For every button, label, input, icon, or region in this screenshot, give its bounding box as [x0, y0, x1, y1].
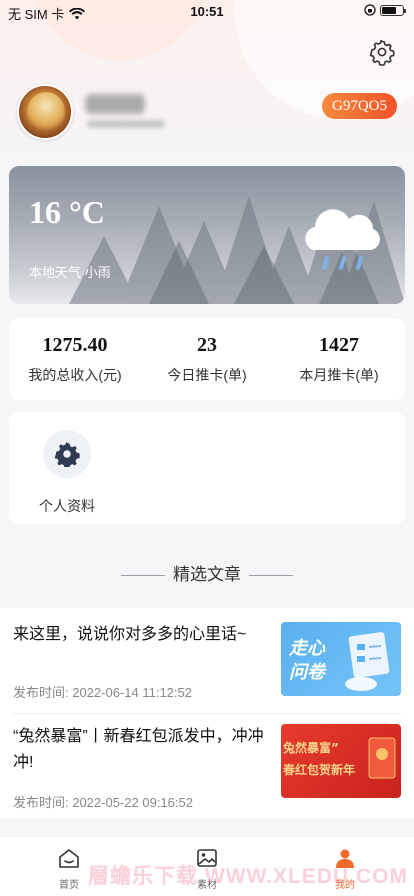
thumb-text-line1: 兔然暴富” — [282, 740, 339, 755]
weather-description: 本地天气 小雨 — [29, 265, 111, 280]
tool-icon-wrapper — [43, 430, 91, 478]
article-list: 来这里，说说你对多多的心里话~ 发布时间: 2022-06-14 11:12:5… — [0, 608, 414, 818]
article-title: “兔然暴富”丨新春红包派发中，冲冲冲! — [13, 728, 264, 771]
section-title-text: 精选文章 — [173, 565, 241, 584]
article-date: 发布时间: 2022-05-22 09:16:52 — [13, 795, 193, 810]
settings-button[interactable] — [368, 38, 396, 66]
stat-label: 今日推卡(单) — [167, 367, 247, 383]
invite-code-badge[interactable]: G97QO5 — [322, 93, 397, 119]
stat-value: 1427 — [319, 334, 359, 356]
gear-icon — [369, 39, 395, 66]
stat-value: 1275.40 — [42, 334, 108, 356]
clock: 10:51 — [190, 4, 224, 19]
home-icon — [59, 849, 79, 868]
cloud-rain-icon — [305, 209, 380, 270]
tool-label: 个人资料 — [39, 498, 95, 514]
tools-card: 个人资料 — [9, 412, 405, 524]
weather-card: 16 °C 本地天气 小雨 — [9, 166, 405, 304]
stats-card: 1275.40 我的总收入(元) 23 今日推卡(单) 1427 本月推卡(单) — [9, 318, 405, 400]
user-subtitle-blurred — [87, 120, 165, 128]
thumb-text-line2: 春红包贺新年 — [282, 762, 355, 777]
orientation-lock-icon — [364, 4, 376, 16]
stat-label: 本月推卡(单) — [299, 367, 379, 383]
temperature: 16 °C — [29, 194, 105, 230]
gear-icon — [54, 441, 80, 467]
article-divider — [13, 713, 401, 714]
divider-line — [121, 575, 165, 577]
stat-today[interactable]: 23 今日推卡(单) — [141, 318, 273, 400]
watermark: 層蟾乐下载 WWW.XLEDU.COM — [88, 865, 408, 888]
article-item[interactable]: “兔然暴富”丨新春红包派发中，冲冲冲! 发布时间: 2022-05-22 09:… — [13, 724, 401, 814]
red-envelope-illustration: 兔然暴富” 春红包贺新年 — [282, 737, 396, 779]
article-item[interactable]: 来这里，说说你对多多的心里话~ 发布时间: 2022-06-14 11:12:5… — [13, 622, 401, 702]
article-thumbnail: 兔然暴富” 春红包贺新年 — [281, 724, 401, 798]
battery-icon — [380, 4, 406, 16]
article-thumbnail: 走心 问卷 — [281, 622, 401, 696]
article-title: 来这里，说说你对多多的心里话~ — [13, 626, 247, 643]
profile-settings-button[interactable]: 个人资料 — [31, 430, 103, 516]
stat-month[interactable]: 1427 本月推卡(单) — [273, 318, 405, 400]
divider-line — [249, 575, 293, 577]
username-blurred — [85, 94, 145, 114]
stat-total-income[interactable]: 1275.40 我的总收入(元) — [9, 318, 141, 400]
section-title: 精选文章 — [0, 560, 414, 585]
stat-value: 23 — [197, 334, 217, 356]
survey-illustration: 走心 问卷 — [288, 632, 390, 691]
avatar[interactable] — [17, 84, 73, 140]
article-date: 发布时间: 2022-06-14 11:12:52 — [13, 685, 192, 700]
status-bar: 无 SIM 卡 10:51 — [0, 0, 414, 22]
thumb-text-line1: 走心 — [288, 638, 326, 659]
stat-label: 我的总收入(元) — [28, 367, 122, 383]
profile-header: G97QO5 — [17, 84, 397, 140]
thumb-text-line2: 问卷 — [289, 662, 327, 683]
